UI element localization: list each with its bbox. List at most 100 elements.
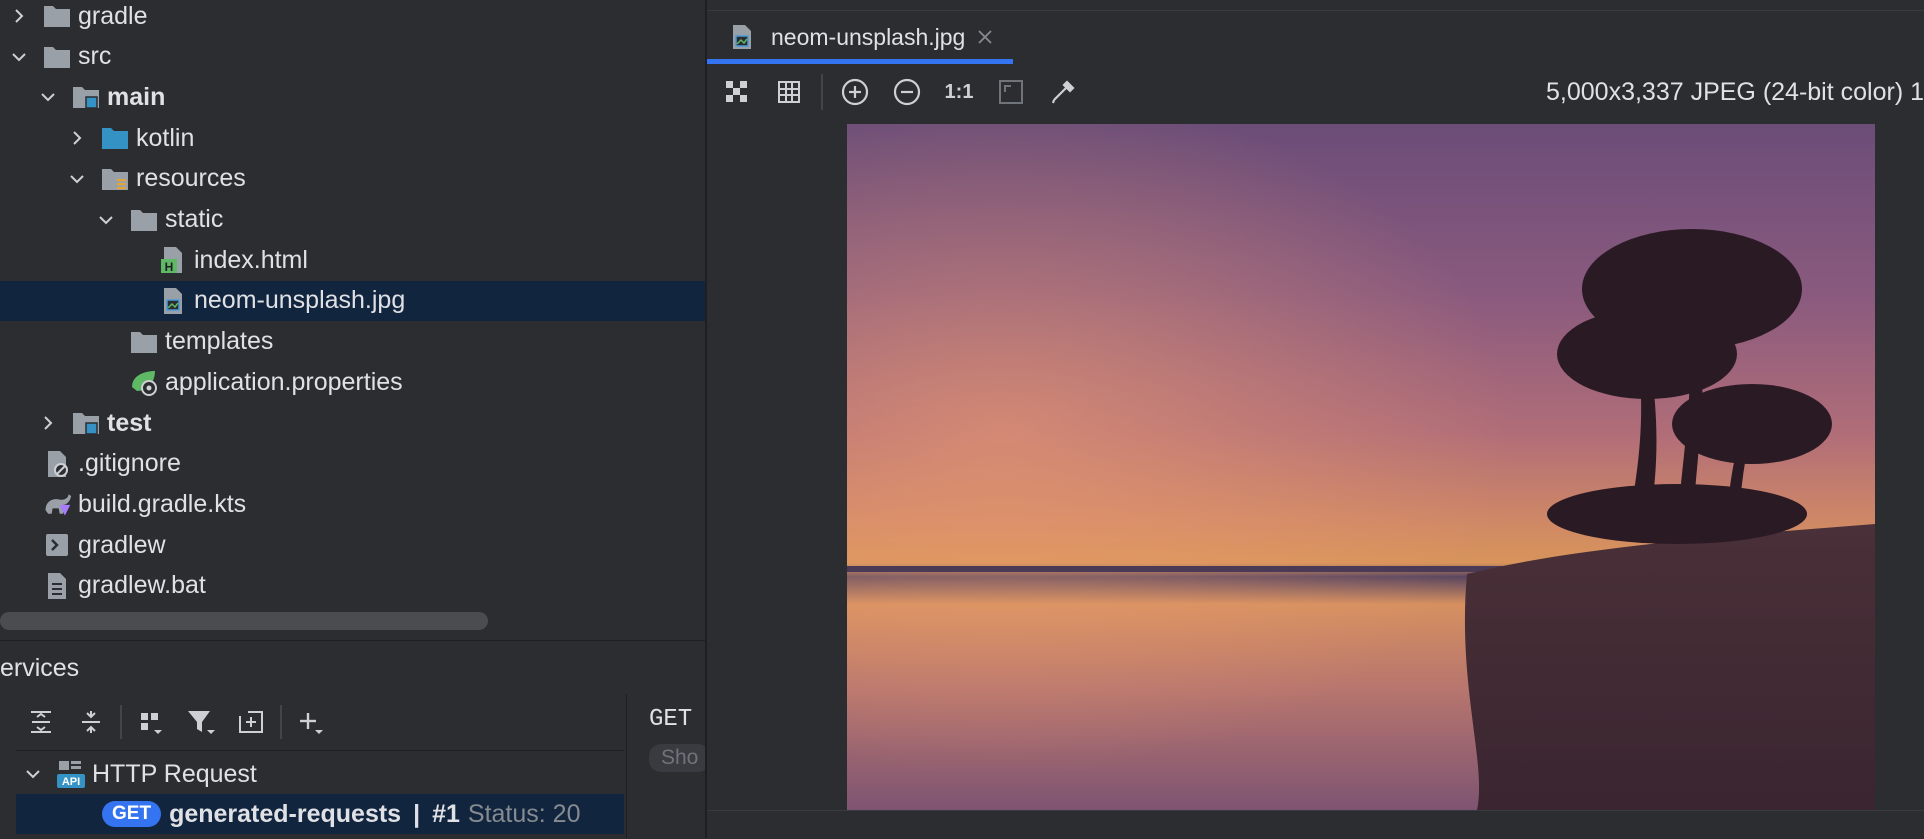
tree-item[interactable]: main (0, 77, 705, 117)
image-file-icon (158, 286, 188, 316)
tree-item[interactable]: templates (0, 322, 705, 362)
horizontal-scrollbar[interactable] (0, 612, 488, 630)
toolbar-separator (120, 705, 122, 739)
image-toolbar: 1:1 5,000x3,337 JPEG (24-bit color) 1 (707, 64, 1924, 120)
detail-method: GET (649, 706, 693, 733)
get-method-badge: GET (102, 801, 162, 827)
toolbar-separator (280, 705, 282, 739)
tree-item[interactable]: application.properties (0, 362, 705, 402)
tab-neom-unsplash[interactable]: neom-unsplash.jpg (707, 10, 1013, 64)
color-picker-icon[interactable] (1037, 66, 1089, 118)
show-button[interactable]: Sho (649, 744, 707, 772)
tree-item-label: main (107, 82, 166, 111)
chevron-down-icon[interactable] (35, 84, 61, 110)
tree-item-label: src (78, 42, 112, 71)
tree-item[interactable]: Hindex.html (0, 240, 705, 280)
resources-folder-icon (100, 164, 130, 194)
tab-label: neom-unsplash.jpg (771, 23, 966, 50)
tree-item[interactable]: src (0, 37, 705, 77)
text-file-icon (42, 571, 72, 601)
tree-item[interactable]: build.gradle.kts (0, 484, 705, 524)
gradle-kts-icon (42, 489, 72, 519)
chevron-right-icon[interactable] (6, 3, 32, 29)
tree-item[interactable]: kotlin (0, 118, 705, 158)
chevron-right-icon[interactable] (64, 125, 90, 151)
tree-item-label: .gitignore (78, 449, 181, 478)
chevron-down-icon[interactable] (6, 44, 32, 70)
request-status: Status: 20 (467, 799, 581, 828)
tree-item-label: neom-unsplash.jpg (194, 286, 406, 315)
http-request-label: HTTP Request (92, 759, 257, 788)
image-info: 5,000x3,337 JPEG (24-bit color) 1 (1546, 77, 1924, 106)
fit-zoom-icon[interactable] (985, 66, 1037, 118)
tree-item-label: test (107, 408, 152, 437)
tree-item-label: templates (165, 327, 274, 356)
folder-icon (42, 42, 72, 72)
html-file-icon: H (158, 245, 188, 275)
services-panel: API HTTP Request GET generated-requests … (16, 694, 624, 838)
folder-icon (129, 205, 159, 235)
svg-text:H: H (165, 260, 174, 274)
chevron-down-icon[interactable] (20, 761, 46, 787)
request-detail-panel: GET Sho (626, 694, 707, 838)
test-folder-icon (71, 408, 101, 438)
source-root-folder-icon (71, 82, 101, 112)
new-service-icon[interactable] (226, 697, 276, 747)
folder-icon (129, 327, 159, 357)
add-icon[interactable] (286, 697, 336, 747)
tree-item-label: index.html (194, 245, 308, 274)
image-file-icon (727, 22, 757, 52)
tree-item[interactable]: gradlew.bat (0, 566, 705, 606)
tree-item-label: static (165, 205, 224, 233)
filter-icon[interactable] (176, 697, 226, 747)
editor-bottom-bar (707, 810, 1924, 839)
tree-item-label: gradlew (78, 530, 166, 559)
project-tree: gradle src main kotlin resources static Hindex… (0, 0, 707, 612)
http-request-group[interactable]: API HTTP Request (16, 754, 624, 794)
tree-item[interactable]: static (0, 200, 705, 240)
tree-item-label: gradlew.bat (78, 571, 206, 600)
expand-all-icon[interactable] (16, 697, 66, 747)
tree-item[interactable]: test (0, 403, 705, 443)
image-canvas[interactable] (707, 120, 1924, 810)
shell-script-icon (42, 530, 72, 560)
tree-item[interactable]: gradlew (0, 525, 705, 565)
tree-item-label: kotlin (136, 123, 195, 152)
chevron-right-icon[interactable] (35, 410, 61, 436)
spring-properties-icon (129, 367, 159, 397)
collapse-all-icon[interactable] (66, 697, 116, 747)
services-toolbar (16, 694, 624, 751)
actual-size-button[interactable]: 1:1 (933, 66, 985, 118)
request-name: generated-requests (169, 799, 402, 828)
tree-item[interactable]: .gitignore (0, 444, 705, 484)
tree-item-label: application.properties (165, 367, 403, 396)
request-number: #1 (432, 799, 460, 828)
services-title: ervices (0, 653, 80, 682)
close-icon[interactable] (977, 29, 993, 45)
tree-item[interactable]: gradle (0, 0, 705, 36)
tree-item[interactable]: neom-unsplash.jpg (0, 280, 705, 321)
grid-icon[interactable] (763, 66, 815, 118)
zoom-in-icon[interactable] (829, 66, 881, 118)
request-separator: | (413, 799, 421, 828)
ignore-file-icon (42, 449, 72, 479)
zoom-out-icon[interactable] (881, 66, 933, 118)
group-icon[interactable] (126, 697, 176, 747)
chevron-down-icon[interactable] (64, 166, 90, 192)
chevron-down-icon[interactable] (93, 207, 119, 233)
editor-tab-bar: neom-unsplash.jpg (707, 0, 1924, 65)
chessboard-icon[interactable] (711, 66, 763, 118)
svg-text:API: API (62, 776, 80, 788)
source-folder-icon (100, 123, 130, 153)
tree-item-label: build.gradle.kts (78, 489, 247, 518)
neom-photo (847, 124, 1875, 810)
tree-item[interactable]: resources (0, 159, 705, 199)
request-row[interactable]: GET generated-requests | #1 Status: 20 (16, 794, 624, 834)
project-panel: gradle src main kotlin resources static Hindex… (0, 0, 707, 838)
toolbar-separator (821, 74, 823, 110)
